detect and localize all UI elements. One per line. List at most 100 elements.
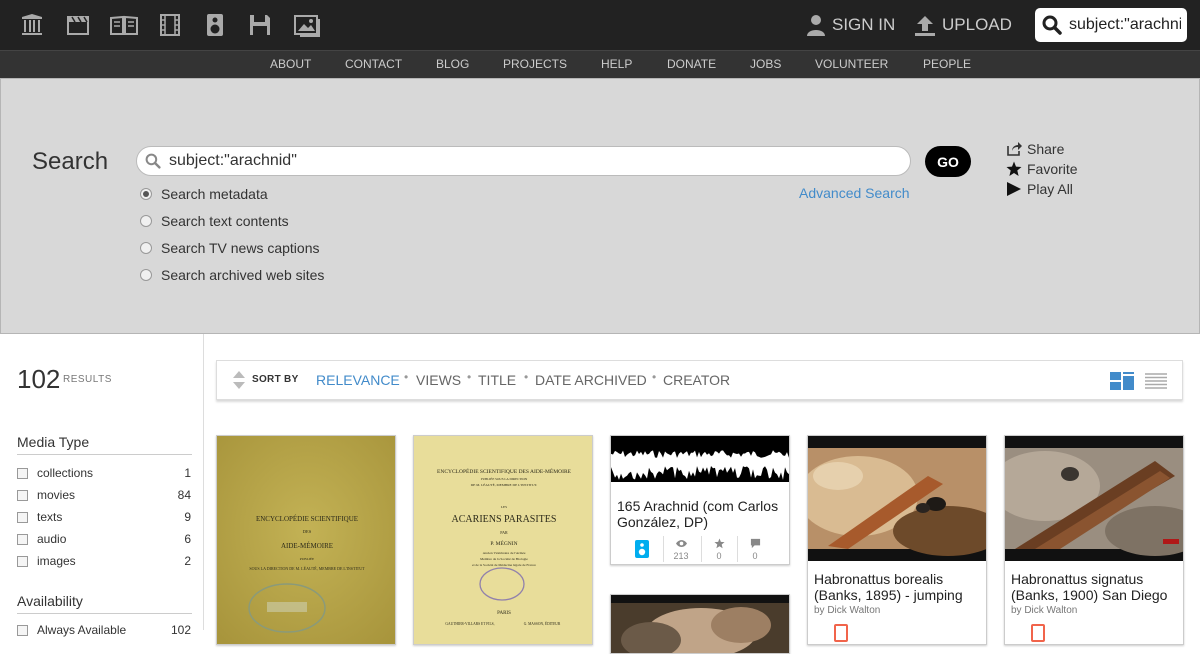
result-card-partial[interactable] <box>610 594 790 654</box>
facet-label: texts <box>37 510 63 524</box>
search-field-wrapper <box>136 146 911 176</box>
svg-text:PUBLIÉE: PUBLIÉE <box>300 556 314 561</box>
checkbox[interactable] <box>17 467 28 479</box>
user-icon <box>807 15 825 36</box>
waveform-image <box>611 436 789 482</box>
facet-label: Always Available <box>37 623 127 637</box>
radio-button[interactable] <box>140 242 152 254</box>
upload-icon <box>915 16 935 36</box>
facet-count: 9 <box>184 510 191 524</box>
upload-link[interactable]: UPLOAD <box>914 13 1012 37</box>
reviews-count: 0 <box>752 551 758 561</box>
audio-speaker-icon[interactable] <box>203 12 227 38</box>
software-disk-icon[interactable] <box>248 12 272 38</box>
svg-text:LES: LES <box>501 505 507 509</box>
result-card-movie-1[interactable]: Habronattus borealis (Banks, 1895) - jum… <box>807 435 987 645</box>
nav-people[interactable]: PEOPLE <box>923 57 971 71</box>
book-icon[interactable] <box>110 12 138 38</box>
radio-search-text[interactable]: Search text contents <box>140 212 289 230</box>
favorite-link[interactable]: Favorite <box>1006 160 1078 178</box>
search-title: Search <box>32 148 109 175</box>
sort-separator: • <box>467 370 472 384</box>
radio-button[interactable] <box>140 188 152 200</box>
item-title[interactable]: Habronattus borealis (Banks, 1895) - jum… <box>814 571 982 603</box>
radio-search-web[interactable]: Search archived web sites <box>140 266 324 284</box>
item-title[interactable]: 165 Arachnid (com Carlos González, DP) <box>617 498 785 530</box>
sort-bar: SORT BY RELEVANCE • VIEWS • TITLE • DATE… <box>216 360 1183 400</box>
web-archive-icon[interactable] <box>20 12 44 38</box>
sort-separator: • <box>524 370 529 384</box>
radio-button[interactable] <box>140 269 152 281</box>
favorite-label: Favorite <box>1027 161 1078 177</box>
nav-about[interactable]: ABOUT <box>270 57 311 71</box>
facet-item-always-available[interactable]: Always Available 102 <box>17 622 191 638</box>
radio-label: Search TV news captions <box>161 240 320 256</box>
go-button[interactable]: GO <box>925 146 971 177</box>
facet-label: movies <box>37 488 76 502</box>
search-icon <box>139 147 167 175</box>
sort-relevance[interactable]: RELEVANCE <box>316 372 400 388</box>
radio-search-metadata[interactable]: Search metadata <box>140 185 268 203</box>
svg-text:ENCYCLOPÉDIE SCIENTIFIQUE DES: ENCYCLOPÉDIE SCIENTIFIQUE DES AIDE-MÉMOI… <box>437 467 572 475</box>
result-card-book-1[interactable]: ENCYCLOPÉDIE SCIENTIFIQUE DES AIDE-MÉMOI… <box>216 435 396 645</box>
facet-count: 102 <box>170 623 191 637</box>
checkbox[interactable] <box>17 533 28 545</box>
video-thumbnail <box>611 595 789 653</box>
svg-text:ACARIENS PARASITES: ACARIENS PARASITES <box>452 514 557 525</box>
sort-views[interactable]: VIEWS <box>416 372 461 388</box>
sort-creator[interactable]: CREATOR <box>663 372 730 388</box>
facet-availability-title: Availability <box>17 593 192 614</box>
checkbox[interactable] <box>17 555 28 567</box>
video-reel-icon[interactable] <box>66 12 90 38</box>
facet-media-type-title: Media Type <box>17 434 192 455</box>
audio-speaker-icon <box>635 540 649 558</box>
facet-item-collections[interactable]: collections 1 <box>17 465 191 481</box>
sort-direction-icon[interactable] <box>233 371 245 389</box>
nav-contact[interactable]: CONTACT <box>345 57 402 71</box>
advanced-search-link[interactable]: Advanced Search <box>799 185 910 201</box>
nav-help[interactable]: HELP <box>601 57 632 71</box>
top-search-box <box>1035 8 1187 42</box>
main-search-input[interactable] <box>169 152 889 170</box>
facet-item-images[interactable]: images 2 <box>17 553 191 569</box>
result-card-book-2[interactable]: ENCYCLOPÉDIE SCIENTIFIQUE DES AIDE-MÉMOI… <box>413 435 593 645</box>
checkbox[interactable] <box>17 624 28 636</box>
radio-button[interactable] <box>140 215 152 227</box>
image-gallery-icon[interactable] <box>294 12 322 38</box>
nav-jobs[interactable]: JOBS <box>750 57 781 71</box>
video-thumbnail <box>1005 436 1183 561</box>
play-all-link[interactable]: Play All <box>1006 180 1073 198</box>
facet-item-movies[interactable]: movies 84 <box>17 487 191 503</box>
upload-label: UPLOAD <box>942 15 1012 34</box>
facet-label: images <box>37 554 76 568</box>
share-label: Share <box>1027 141 1065 157</box>
facet-item-audio[interactable]: audio 6 <box>17 531 191 547</box>
radio-search-tv[interactable]: Search TV news captions <box>140 239 320 257</box>
film-icon[interactable] <box>158 12 182 38</box>
sort-title[interactable]: TITLE <box>478 372 516 388</box>
nav-donate[interactable]: DONATE <box>667 57 716 71</box>
svg-text:Ancien Vétérinaire de l'Armée: Ancien Vétérinaire de l'Armée <box>483 551 526 555</box>
facet-item-texts[interactable]: texts 9 <box>17 509 191 525</box>
nav-projects[interactable]: PROJECTS <box>503 57 567 71</box>
share-link[interactable]: Share <box>1006 140 1064 158</box>
star-icon <box>1006 161 1022 176</box>
reviews-stat: 0 <box>737 538 773 561</box>
nav-volunteer[interactable]: VOLUNTEER <box>815 57 888 71</box>
result-card-movie-2[interactable]: Habronattus signatus (Banks, 1900) San D… <box>1004 435 1184 645</box>
comment-icon <box>750 538 760 549</box>
radio-label: Search text contents <box>161 213 289 229</box>
top-search-input[interactable] <box>1069 16 1181 34</box>
film-icon <box>1031 624 1045 642</box>
checkbox[interactable] <box>17 489 28 501</box>
search-icon[interactable] <box>1035 8 1069 42</box>
list-view-icon[interactable] <box>1145 373 1167 389</box>
sign-in-link[interactable]: SIGN IN <box>806 13 895 37</box>
item-title[interactable]: Habronattus signatus (Banks, 1900) San D… <box>1011 571 1179 603</box>
tile-view-icon[interactable] <box>1110 372 1134 390</box>
sort-date-archived[interactable]: DATE ARCHIVED <box>535 372 647 388</box>
result-card-audio[interactable]: 165 Arachnid (com Carlos González, DP) 2… <box>610 435 790 565</box>
radio-label: Search metadata <box>161 186 268 202</box>
nav-blog[interactable]: BLOG <box>436 57 469 71</box>
checkbox[interactable] <box>17 511 28 523</box>
